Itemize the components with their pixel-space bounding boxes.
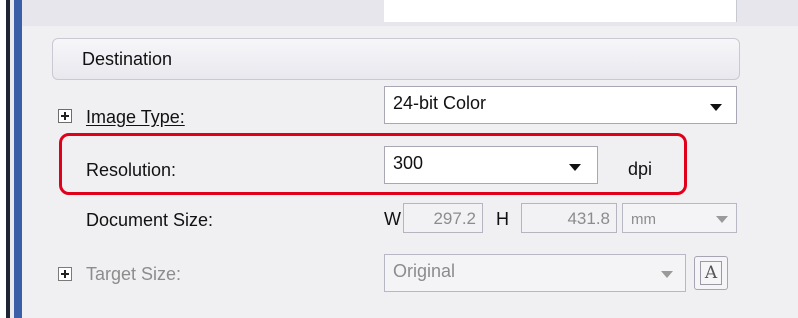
height-value: 431.8: [567, 209, 610, 228]
chevron-down-icon: [710, 104, 722, 111]
target-size-label: Target Size:: [86, 264, 182, 284]
document-size-label: Document Size:: [86, 210, 214, 230]
font-icon: A: [700, 261, 722, 285]
target-size-font-button[interactable]: A: [694, 256, 728, 290]
resolution-highlight-box: [59, 133, 687, 195]
document-unit-select[interactable]: mm: [622, 203, 737, 233]
width-field[interactable]: 297.2: [403, 203, 483, 233]
chevron-down-icon: [661, 271, 673, 278]
top-field-area: [384, 0, 737, 22]
height-label: H: [496, 209, 509, 229]
destination-title: Destination: [82, 49, 173, 69]
height-field[interactable]: 431.8: [521, 203, 617, 233]
document-unit-value: mm: [631, 211, 656, 228]
expand-image-type-icon[interactable]: [58, 109, 72, 123]
image-type-label: Image Type:: [86, 107, 185, 127]
window-border-blue: [14, 0, 22, 318]
target-size-select[interactable]: Original: [384, 254, 686, 292]
expand-target-size-icon[interactable]: [58, 267, 72, 281]
chevron-down-icon: [716, 216, 728, 223]
image-type-value: 24-bit Color: [393, 93, 487, 113]
width-value: 297.2: [433, 209, 476, 228]
image-type-select[interactable]: 24-bit Color: [384, 86, 737, 124]
width-label: W: [384, 209, 401, 229]
target-size-value: Original: [393, 261, 456, 281]
